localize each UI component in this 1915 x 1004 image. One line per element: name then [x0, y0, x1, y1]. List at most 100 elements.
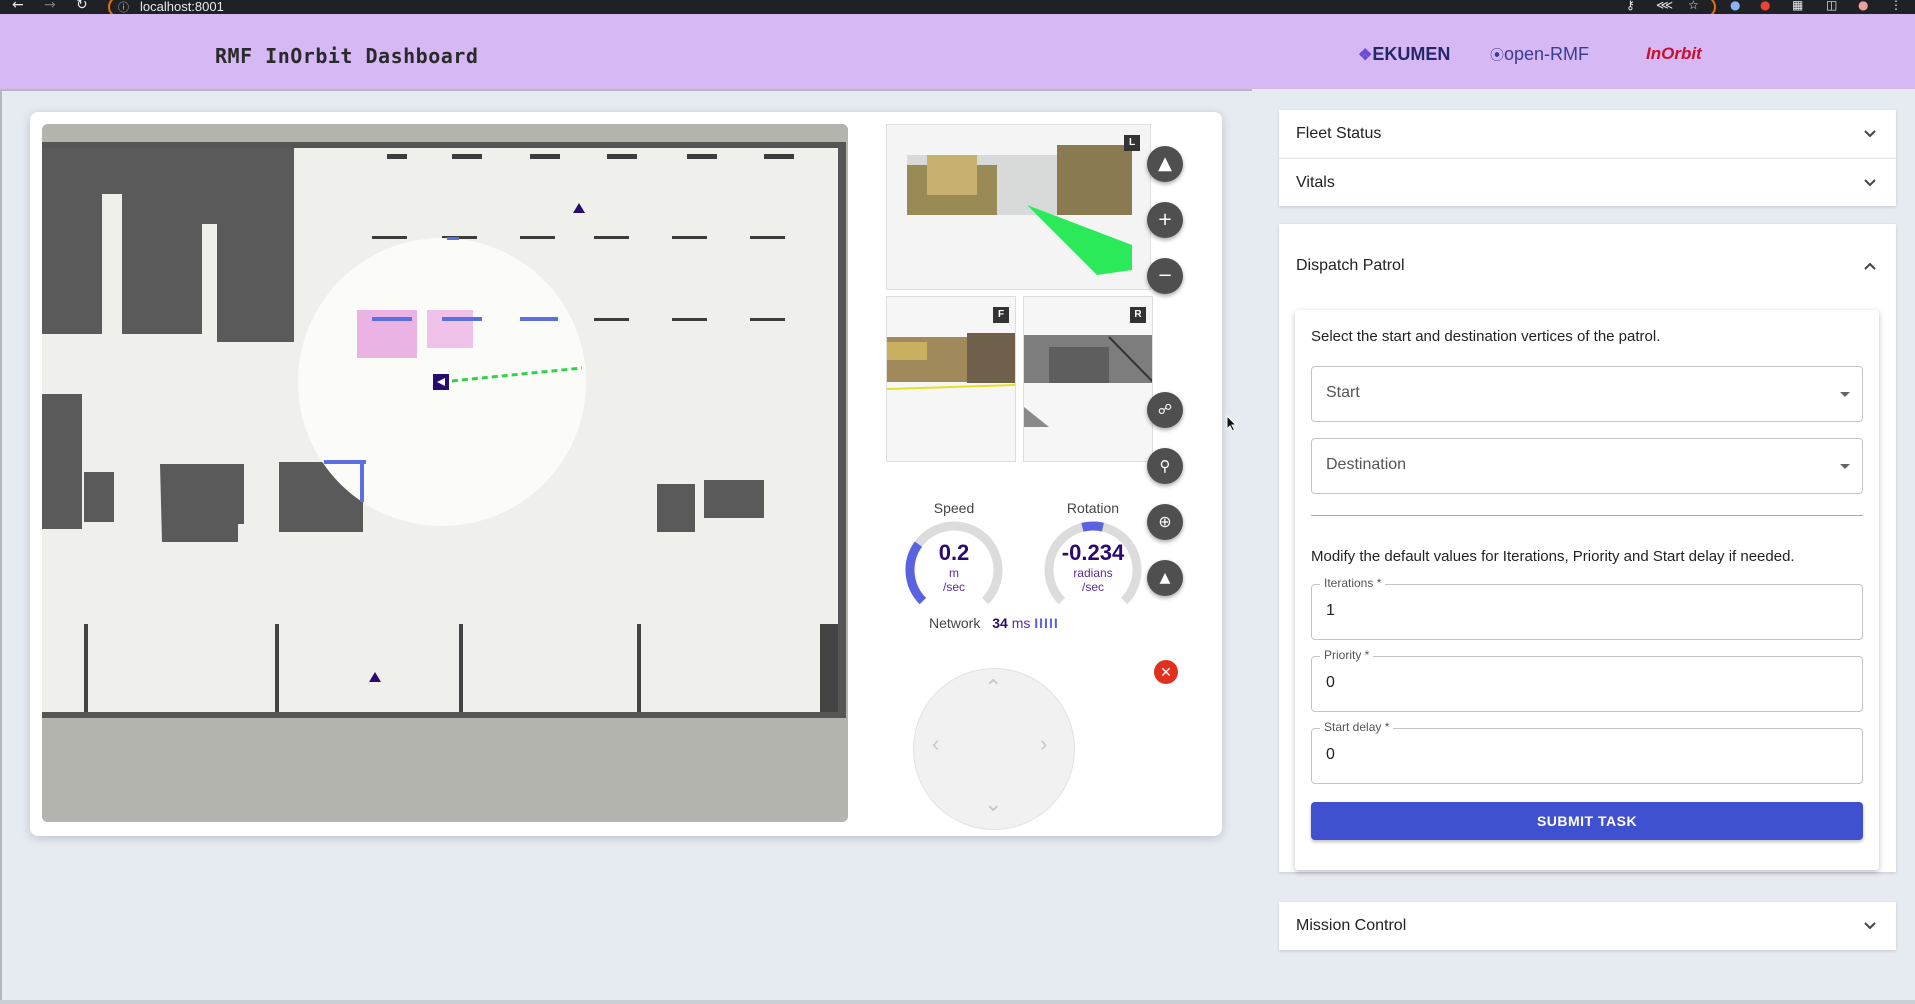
map-obstacle — [657, 484, 695, 532]
compass-button[interactable]: ▲ — [1147, 146, 1183, 182]
joystick-right-icon[interactable]: › — [1040, 731, 1047, 757]
close-button[interactable]: ✕ — [1154, 660, 1178, 684]
compass-icon: ▲ — [1158, 153, 1172, 174]
app-root: RMF InOrbit Dashboard ❖EKUMEN ⦿open-RMF … — [0, 14, 1915, 1004]
map-obstacle — [704, 480, 764, 518]
speed-unit: m — [949, 566, 959, 580]
priority-field[interactable]: Priority * 0 — [1311, 648, 1863, 712]
network-label: Network — [929, 615, 981, 631]
browser-toolbar: ← → ↻ ⓘ localhost:8001 ⚷ ⋘ ☆ ● ● ▦ ◫ ● ⋮ — [0, 0, 1915, 18]
chevron-down-icon — [1864, 130, 1876, 138]
start-placeholder: Start — [1326, 384, 1360, 401]
cost-patch — [427, 310, 473, 348]
joystick-left-icon[interactable]: ‹ — [932, 731, 939, 757]
priority-label: Priority * — [1320, 648, 1374, 662]
joystick-down-icon[interactable]: ⌄ — [984, 791, 1002, 817]
rotation-value: -0.234 — [1061, 540, 1125, 565]
joystick[interactable]: ⌃ ⌄ ‹ › — [913, 668, 1075, 830]
profile-avatar[interactable]: ● — [1858, 0, 1868, 12]
mission-control-title: Mission Control — [1296, 917, 1407, 934]
floor-map[interactable] — [42, 124, 848, 822]
chevron-down-icon — [1864, 922, 1876, 930]
camera-left-tag: L — [1124, 135, 1140, 151]
ekumen-logo: ❖EKUMEN — [1358, 44, 1451, 64]
camera-left-feed — [887, 125, 1150, 289]
start-delay-field[interactable]: Start delay * 0 — [1311, 720, 1863, 784]
page-title: RMF InOrbit Dashboard — [215, 44, 479, 68]
fleet-status-title: Fleet Status — [1296, 125, 1382, 142]
minus-icon: − — [1157, 265, 1173, 286]
map-obstacle — [42, 394, 82, 529]
key-icon[interactable]: ⚷ — [1626, 0, 1635, 12]
map-obstacle — [42, 148, 294, 342]
form-divider — [1311, 515, 1863, 516]
map-pin-icon: ⚲ — [1159, 457, 1171, 475]
robot-card: L F R Speed 0.2 m /sec Rotation -0.234 r… — [30, 112, 1222, 836]
link-button[interactable]: ☍ — [1147, 392, 1183, 428]
extension-z-icon[interactable]: ● — [1730, 0, 1740, 12]
map-obstacle — [160, 464, 244, 542]
start-delay-value: 0 — [1326, 746, 1335, 763]
dropdown-caret-icon — [1840, 392, 1850, 397]
puzzle-icon[interactable]: ▦ — [1792, 0, 1803, 12]
extension-red-icon[interactable]: ● — [1760, 0, 1770, 12]
share-icon[interactable]: ⋘ — [1656, 0, 1673, 12]
link-icon: ☍ — [1157, 402, 1173, 418]
rotation-label: Rotation — [1066, 500, 1120, 516]
plus-icon: + — [1157, 209, 1173, 230]
joystick-up-icon[interactable]: ⌃ — [984, 675, 1002, 701]
modify-instructions: Modify the default values for Iterations… — [1311, 548, 1795, 565]
network-status: Network 34 ms IIIII — [929, 615, 1059, 631]
iterations-label: Iterations * — [1320, 576, 1386, 590]
page-bottom-border — [0, 1000, 1915, 1004]
locate-button[interactable]: ⊕ — [1147, 504, 1183, 540]
chevron-up-icon[interactable] — [1862, 258, 1878, 274]
mouse-cursor-icon — [1226, 415, 1238, 432]
camera-rear[interactable]: R — [1023, 296, 1153, 462]
crosshair-icon: ⊕ — [1158, 512, 1172, 531]
vitals-title: Vitals — [1296, 174, 1335, 191]
priority-value: 0 — [1326, 674, 1335, 691]
header-divider — [0, 89, 1252, 91]
destination-select[interactable]: Destination — [1311, 438, 1863, 494]
map-obstacle — [84, 472, 114, 522]
start-delay-label: Start delay * — [1320, 720, 1394, 734]
dispatch-patrol-title[interactable]: Dispatch Patrol — [1296, 257, 1405, 275]
zoom-in-button[interactable]: + — [1147, 202, 1183, 238]
sidepanel-icon[interactable]: ◫ — [1826, 0, 1837, 12]
dock-icon: ▲ — [1159, 570, 1171, 586]
chevron-down-icon — [1864, 179, 1876, 187]
accordion-vitals[interactable]: Vitals — [1279, 158, 1896, 206]
waypoint-button[interactable]: ⚲ — [1147, 448, 1183, 484]
menu-dots-icon[interactable]: ⋮ — [1890, 0, 1902, 12]
map-viewport[interactable] — [42, 124, 848, 822]
rotation-unit: radians — [1073, 566, 1113, 580]
forward-icon[interactable]: → — [44, 0, 56, 13]
dock-button[interactable]: ▲ — [1147, 560, 1183, 596]
back-icon[interactable]: ← — [12, 0, 24, 13]
dropdown-caret-icon — [1840, 464, 1850, 469]
destination-placeholder: Destination — [1326, 456, 1407, 473]
network-unit: ms — [1011, 615, 1031, 631]
left-border — [0, 89, 2, 1004]
iterations-field[interactable]: Iterations * 1 — [1311, 576, 1863, 640]
network-signal-bars: IIIII — [1034, 615, 1059, 631]
accordion-fleet-status[interactable]: Fleet Status — [1279, 110, 1896, 158]
accordion-mission-control[interactable]: Mission Control — [1279, 902, 1896, 950]
dispatch-patrol-form: Select the start and destination vertice… — [1295, 310, 1879, 870]
iterations-value: 1 — [1326, 602, 1335, 619]
camera-front[interactable]: F — [886, 296, 1016, 462]
camera-front-tag: F — [993, 307, 1009, 323]
network-latency: 34 — [992, 615, 1008, 631]
reload-icon[interactable]: ↻ — [76, 0, 88, 13]
speed-label: Speed — [933, 500, 975, 516]
zoom-out-button[interactable]: − — [1147, 258, 1183, 294]
info-icon[interactable]: ⓘ — [118, 0, 129, 15]
camera-left[interactable]: L — [886, 124, 1151, 290]
app-header: RMF InOrbit Dashboard ❖EKUMEN ⦿open-RMF … — [0, 14, 1915, 89]
close-icon: ✕ — [1160, 664, 1172, 680]
start-select[interactable]: Start — [1311, 366, 1863, 422]
star-icon[interactable]: ☆ — [1688, 0, 1699, 12]
submit-task-button[interactable]: SUBMIT TASK — [1311, 802, 1863, 840]
speed-value: 0.2 — [938, 540, 970, 565]
